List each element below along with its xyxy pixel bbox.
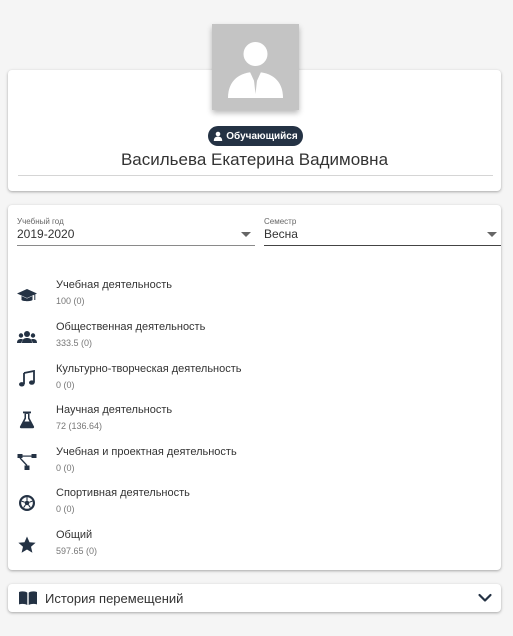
project-diagram-icon [17, 453, 37, 471]
activity-value: 0 (0) [56, 380, 75, 390]
activity-title: Общественная деятельность [56, 321, 206, 333]
star-icon [17, 536, 37, 554]
activity-title: Общий [56, 529, 93, 541]
activity-item-science: Научная деятельность 72 (136.64) [8, 400, 501, 440]
select-underline [264, 245, 501, 246]
dropdown-arrow-icon [487, 232, 497, 237]
academic-year-select[interactable]: Учебный год 2019-2020 [17, 217, 255, 247]
activity-value: 72 (136.64) [56, 421, 103, 431]
flask-icon [17, 411, 37, 429]
role-badge: Обучающийся [208, 126, 303, 146]
name-divider [18, 175, 493, 176]
role-badge-label: Обучающийся [226, 130, 298, 142]
user-icon [214, 131, 223, 141]
activity-card: Учебный год 2019-2020 Семестр Весна Учеб… [8, 205, 501, 570]
semester-value: Весна [264, 227, 298, 241]
semester-label: Семестр [264, 217, 297, 226]
activity-title: Учебная деятельность [56, 279, 172, 291]
soccer-ball-icon [17, 494, 37, 512]
activity-item-total: Общий 597.65 (0) [8, 525, 501, 565]
activity-title: Учебная и проектная деятельность [56, 446, 237, 458]
music-note-icon [17, 370, 37, 388]
book-open-icon [19, 591, 37, 605]
users-icon [17, 328, 37, 346]
student-name: Васильева Екатерина Вадимовна [120, 150, 389, 169]
activity-item-sport: Спортивная деятельность 0 (0) [8, 483, 501, 523]
activity-value: 333.5 (0) [56, 338, 93, 348]
dropdown-arrow-icon [241, 232, 251, 237]
academic-year-value: 2019-2020 [17, 227, 75, 241]
activity-title: Спортивная деятельность [56, 487, 190, 499]
activity-value: 0 (0) [56, 504, 75, 514]
chevron-down-icon[interactable] [477, 590, 493, 606]
semester-select[interactable]: Семестр Весна [264, 217, 501, 247]
academic-year-label: Учебный год [17, 217, 64, 226]
select-underline [17, 245, 255, 246]
movement-history-panel[interactable]: История перемещений [8, 584, 501, 612]
activity-item-cultural: Культурно-творческая деятельность 0 (0) [8, 359, 501, 399]
activity-value: 100 (0) [56, 296, 85, 306]
activity-item-academic: Учебная деятельность 100 (0) [8, 275, 501, 315]
avatar [212, 24, 299, 110]
activity-value: 0 (0) [56, 463, 75, 473]
activity-item-social: Общественная деятельность 333.5 (0) [8, 317, 501, 357]
activity-title: Культурно-творческая деятельность [56, 363, 242, 375]
graduation-cap-icon [17, 286, 37, 304]
activity-value: 597.65 (0) [56, 546, 98, 556]
movement-history-label: История перемещений [45, 591, 184, 606]
activity-item-project: Учебная и проектная деятельность 0 (0) [8, 442, 501, 482]
user-silhouette-icon [212, 24, 299, 110]
activity-title: Научная деятельность [56, 404, 173, 416]
